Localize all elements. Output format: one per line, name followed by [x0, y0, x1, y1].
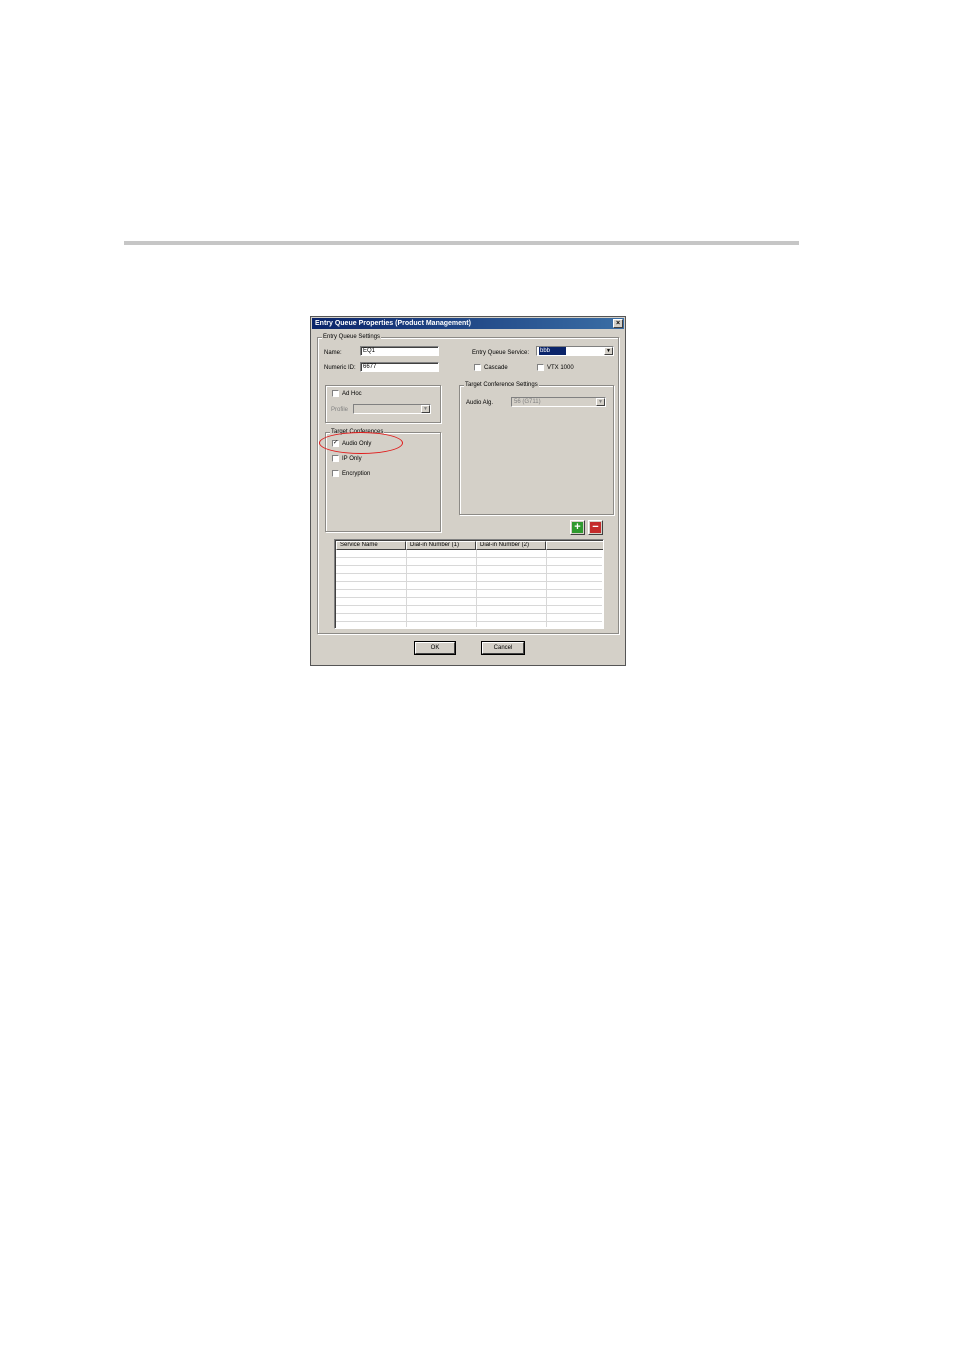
table-row[interactable] [336, 606, 602, 614]
table-row[interactable] [336, 566, 602, 574]
table-row[interactable] [336, 558, 602, 566]
ad-hoc-checkbox[interactable] [332, 390, 339, 397]
audio-alg-value: 56 (G711) [514, 399, 541, 405]
plus-icon: + [572, 522, 583, 533]
cancel-button[interactable]: Cancel [482, 642, 524, 654]
services-table[interactable]: Service Name Dial-in Number (1) Dial-in … [334, 539, 604, 629]
column-header-dial-in-1[interactable]: Dial-in Number (1) [406, 541, 476, 550]
chevron-down-icon[interactable]: ▼ [421, 405, 430, 413]
table-row[interactable] [336, 590, 602, 598]
column-header-service-name[interactable]: Service Name [336, 541, 406, 550]
target-conference-settings-title: Target Conference Settings [464, 381, 539, 389]
highlight-circle [319, 432, 403, 454]
table-row[interactable] [336, 550, 602, 558]
table-row[interactable] [336, 574, 602, 582]
entry-queue-service-label: Entry Queue Service: [472, 350, 530, 356]
page-divider-rule [124, 241, 799, 245]
minus-icon: − [590, 522, 601, 533]
name-field[interactable]: EQ1 [360, 346, 439, 356]
entry-queue-service-value: bbb [539, 347, 567, 355]
name-label: Name: [324, 350, 342, 356]
audio-alg-select[interactable]: 56 (G711) ▼ [511, 397, 606, 407]
audio-alg-label: Audio Alg. [466, 400, 494, 406]
chevron-down-icon[interactable]: ▼ [604, 347, 613, 355]
table-header: Service Name Dial-in Number (1) Dial-in … [336, 541, 603, 550]
vtx-1000-label: VTX 1000 [547, 365, 574, 371]
chevron-down-icon[interactable]: ▼ [596, 398, 605, 406]
entry-queue-service-select[interactable]: bbb ▼ [536, 346, 614, 356]
ip-only-checkbox[interactable] [332, 455, 339, 462]
profile-label: Profile [331, 407, 349, 413]
table-row[interactable] [336, 614, 602, 622]
numeric-id-label: Numeric ID: [324, 365, 356, 371]
table-row[interactable] [336, 622, 602, 628]
ip-only-label: IP Only [342, 456, 362, 462]
cascade-checkbox[interactable] [474, 364, 481, 371]
vtx-1000-checkbox[interactable] [537, 364, 544, 371]
ad-hoc-label: Ad Hoc [342, 391, 362, 397]
entry-queue-properties-dialog: Entry Queue Properties (Product Manageme… [310, 316, 626, 666]
table-row[interactable] [336, 582, 602, 590]
column-header-dial-in-2[interactable]: Dial-in Number (2) [476, 541, 546, 550]
add-service-button[interactable]: + [570, 520, 585, 535]
ok-button[interactable]: OK [415, 642, 455, 654]
dialog-title: Entry Queue Properties (Product Manageme… [315, 320, 471, 327]
table-row[interactable] [336, 598, 602, 606]
cascade-label: Cascade [484, 365, 508, 371]
close-button[interactable]: × [613, 319, 623, 328]
encryption-checkbox[interactable] [332, 470, 339, 477]
remove-service-button[interactable]: − [588, 520, 603, 535]
column-header-extra[interactable] [546, 541, 603, 550]
entry-queue-settings-title: Entry Queue Settings [322, 333, 382, 341]
numeric-id-field[interactable]: 6677 [360, 362, 439, 372]
profile-select[interactable]: ▼ [353, 404, 431, 414]
dialog-titlebar: Entry Queue Properties (Product Manageme… [312, 318, 624, 329]
encryption-label: Encryption [342, 471, 371, 477]
